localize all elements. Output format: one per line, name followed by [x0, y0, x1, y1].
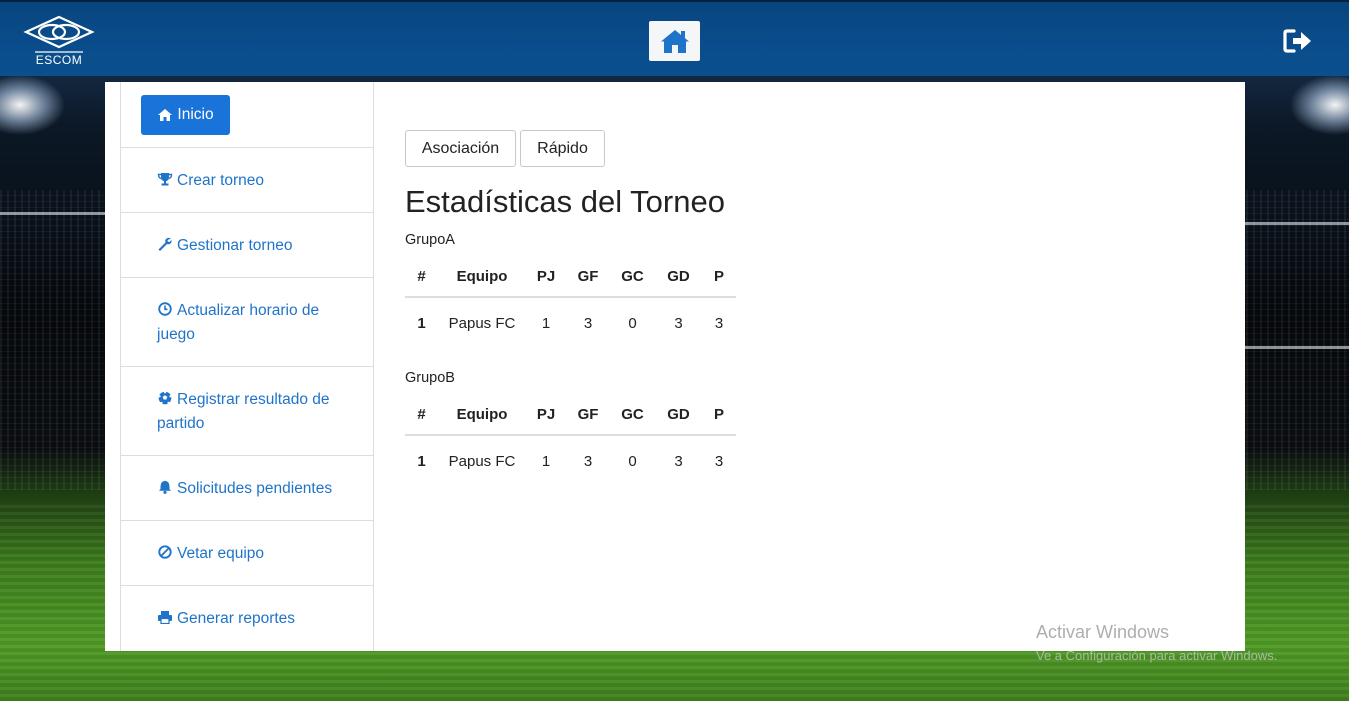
table-cell: 1 — [417, 315, 426, 332]
standings-table-grupo-a: # Equipo PJ GF GC GD P 1 Papus FC 1 3 0 … — [405, 256, 736, 349]
standings-table-grupo-b: # Equipo PJ GF GC GD P 1 Papus FC 1 3 0 … — [405, 394, 736, 487]
sidebar-item-gestionar-torneo[interactable]: Gestionar torneo — [121, 213, 374, 278]
sidebar-label: Registrar resultado de partido — [157, 391, 330, 432]
home-button[interactable] — [649, 21, 700, 61]
stadium-light-strip — [0, 212, 105, 215]
sidebar-item-actualizar-horario[interactable]: Actualizar horario de juego — [121, 278, 374, 367]
sidebar-label: Generar reportes — [177, 610, 296, 627]
table-cell: 3 — [674, 315, 683, 332]
column-header: PJ — [526, 256, 566, 298]
group-label: GrupoA — [405, 232, 455, 248]
bell-icon — [159, 480, 171, 494]
column-header: GD — [655, 394, 702, 436]
sidebar: Inicio Crear torneo Gestionar torneo Act… — [120, 82, 374, 651]
clock-icon — [158, 302, 172, 316]
column-header: PJ — [526, 394, 566, 436]
column-header: Equipo — [438, 394, 526, 436]
stadium-light-strip — [1245, 346, 1349, 349]
table-cell: Papus FC — [448, 453, 516, 470]
table-cell: 1 — [541, 453, 551, 470]
trophy-icon — [157, 173, 173, 186]
table-header-row: # Equipo PJ GF GC GD P — [405, 394, 736, 436]
stadium-light-strip — [1245, 222, 1349, 225]
logo-text: ESCOM — [35, 53, 83, 67]
column-header: Equipo — [438, 256, 526, 298]
print-icon — [158, 611, 172, 624]
soccer-ball-icon — [158, 391, 172, 405]
sidebar-item-crear-torneo[interactable]: Crear torneo — [121, 148, 374, 213]
table-cell: 1 — [541, 315, 551, 332]
ban-icon — [158, 545, 172, 559]
table-cell: 3 — [714, 453, 724, 470]
sidebar-item-generar-reportes[interactable]: Generar reportes — [121, 586, 374, 651]
escom-logo[interactable]: ESCOM — [22, 14, 96, 68]
inicio-label: Inicio — [177, 106, 214, 123]
column-header: GF — [566, 256, 610, 298]
sidebar-label: Gestionar torneo — [177, 237, 293, 254]
table-cell: 3 — [674, 453, 683, 470]
table-row: 1 Papus FC 1 3 0 3 3 — [405, 297, 736, 349]
sign-out-icon — [1283, 29, 1311, 53]
sidebar-label: Vetar equipo — [177, 545, 265, 562]
column-header: GD — [655, 256, 702, 298]
sidebar-label: Crear torneo — [177, 172, 265, 189]
main-panel: Inicio Crear torneo Gestionar torneo Act… — [105, 82, 1245, 651]
page-title: Estadísticas del Torneo — [405, 184, 725, 219]
sidebar-label: Solicitudes pendientes — [177, 480, 333, 497]
home-icon — [158, 109, 173, 121]
column-header: # — [405, 394, 438, 436]
wrench-icon — [158, 237, 172, 251]
table-cell: 3 — [583, 453, 593, 470]
inicio-button[interactable]: Inicio — [141, 95, 230, 135]
column-header: GF — [566, 394, 610, 436]
sidebar-item-inicio: Inicio — [121, 82, 374, 148]
table-cell: 0 — [628, 315, 637, 332]
table-cell: 0 — [628, 453, 637, 470]
home-icon — [660, 30, 689, 53]
sidebar-label: Actualizar horario de juego — [157, 302, 320, 343]
sidebar-item-solicitudes[interactable]: Solicitudes pendientes — [121, 456, 374, 521]
sidebar-item-vetar-equipo[interactable]: Vetar equipo — [121, 521, 374, 586]
sidebar-item-registrar-resultado[interactable]: Registrar resultado de partido — [121, 367, 374, 456]
column-header: GC — [610, 256, 655, 298]
table-cell: 3 — [714, 315, 724, 332]
activation-watermark-text: Ve a Configuración para activar Windows. — [1036, 648, 1278, 663]
table-header-row: # Equipo PJ GF GC GD P — [405, 256, 736, 298]
group-label: GrupoB — [405, 370, 455, 386]
tab-asociacion[interactable]: Asociación — [405, 130, 516, 167]
column-header: P — [702, 394, 736, 436]
logout-button[interactable] — [1283, 28, 1313, 54]
table-cell: 3 — [583, 315, 593, 332]
escom-logo-icon — [23, 15, 95, 53]
table-cell: 1 — [417, 453, 426, 470]
column-header: P — [702, 256, 736, 298]
activation-watermark-title: Activar Windows — [1036, 622, 1170, 642]
table-cell: Papus FC — [448, 315, 516, 332]
column-header: GC — [610, 394, 655, 436]
column-header: # — [405, 256, 438, 298]
table-row: 1 Papus FC 1 3 0 3 3 — [405, 435, 736, 487]
tab-rapido[interactable]: Rápido — [520, 130, 605, 167]
top-navbar: ESCOM — [0, 0, 1349, 76]
